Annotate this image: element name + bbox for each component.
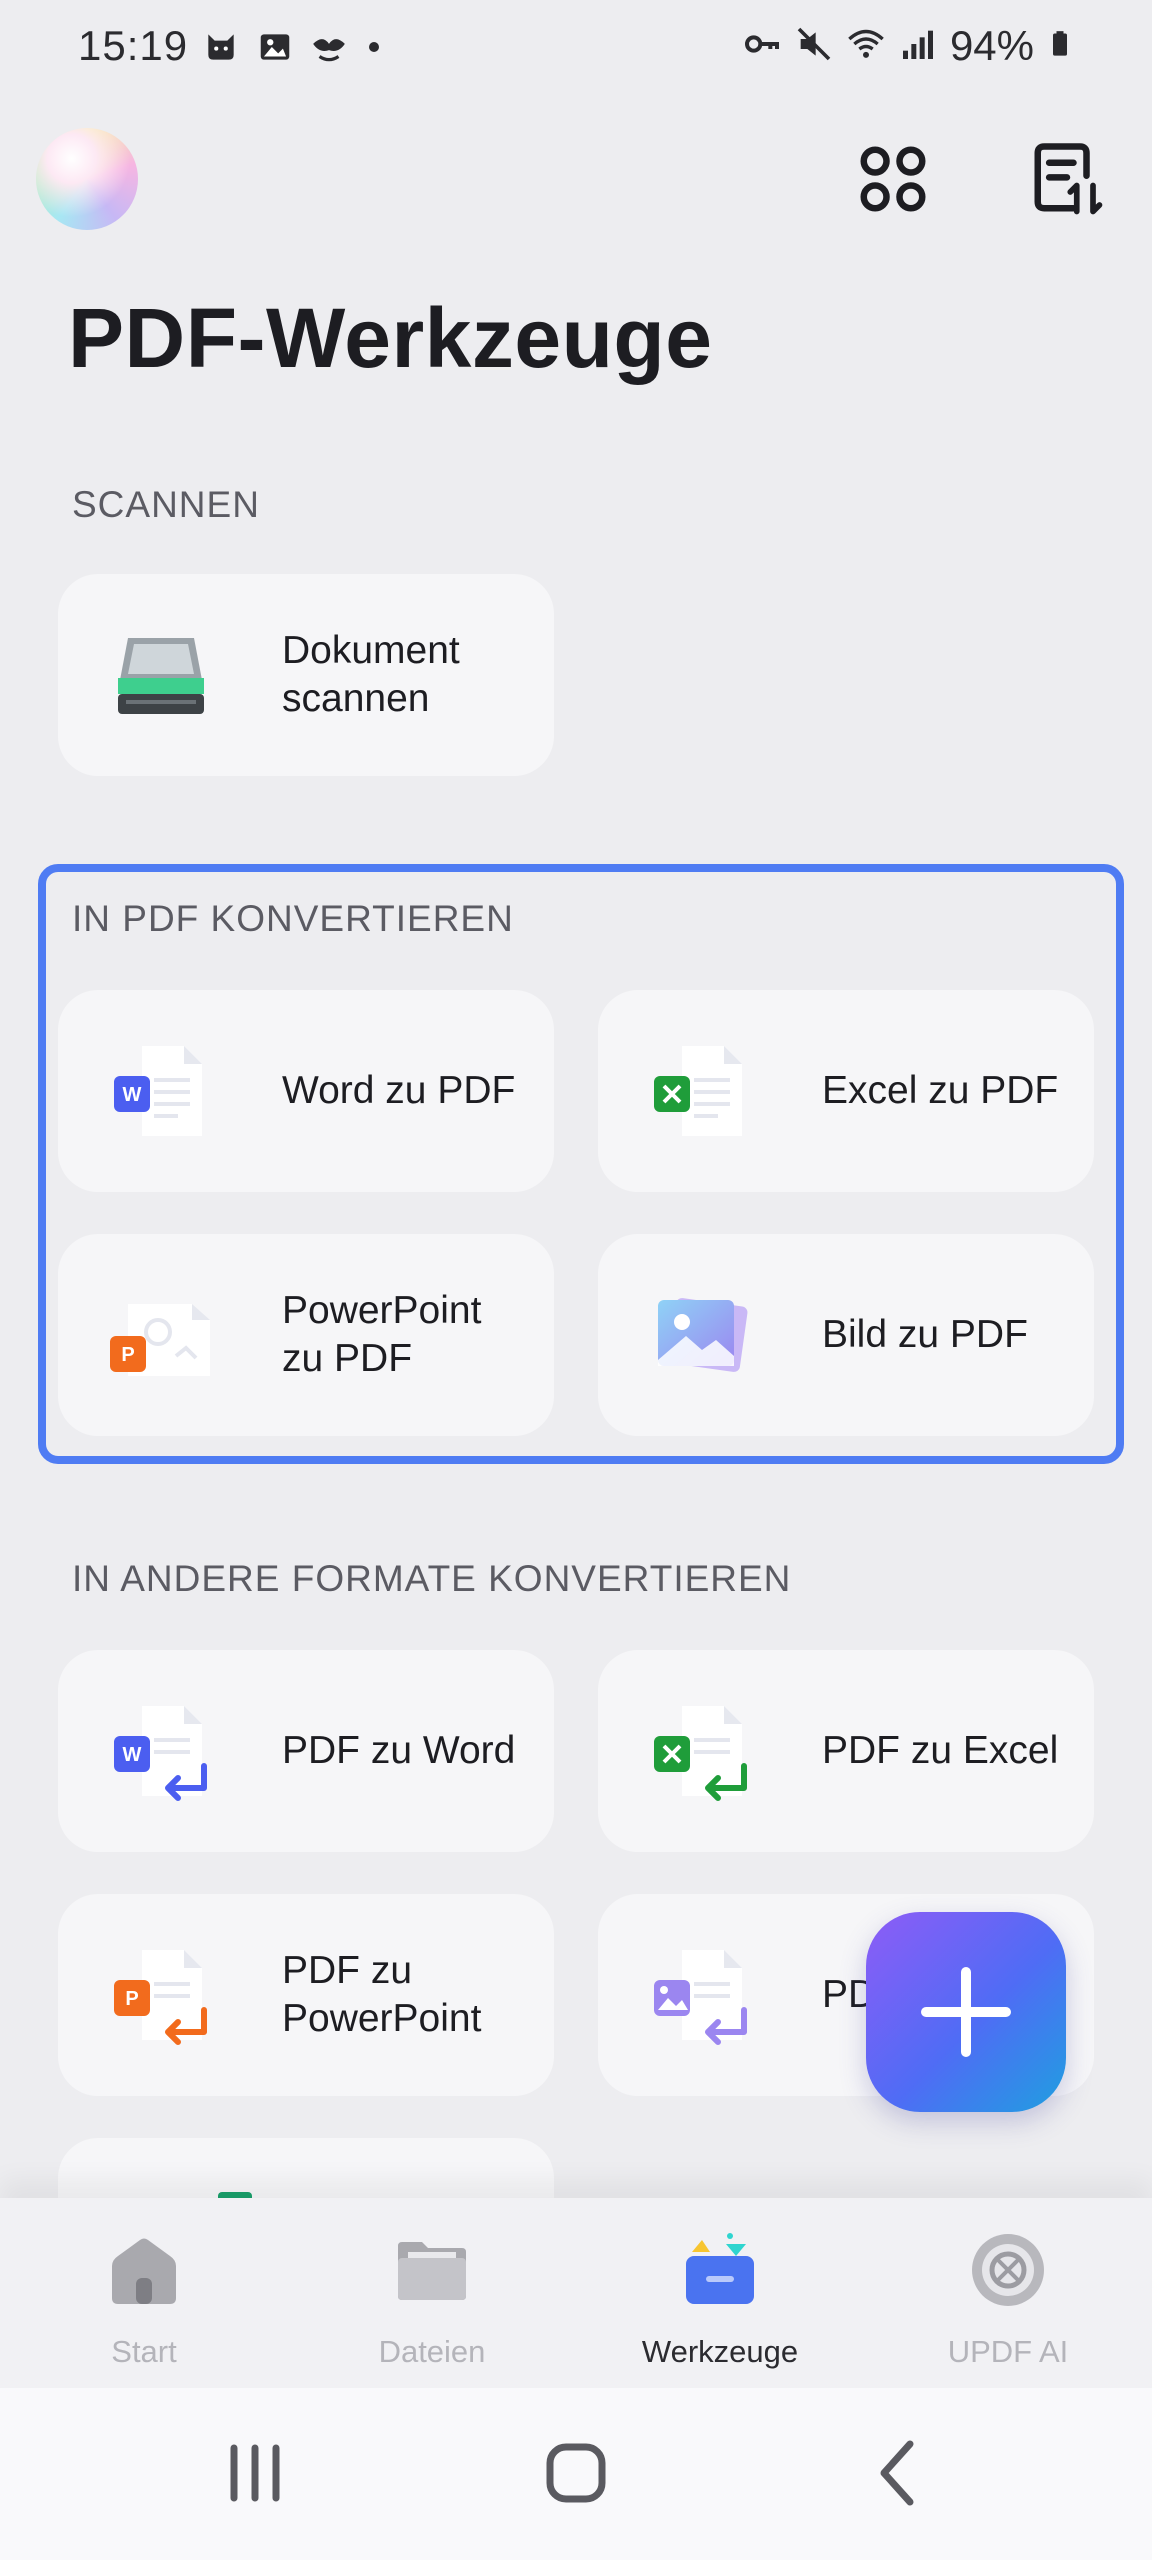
pdf-to-excel-label: PDF zu Excel [822,1729,1059,1772]
nav-label-tools: Werkzeuge [641,2334,799,2369]
pdf-to-word-card[interactable]: W PDF zu Word [58,1650,554,1852]
battery-percentage: 94% [949,22,1034,69]
pdf-to-word-label: PDF zu Word [282,1729,516,1772]
back-chevron-icon [880,2440,914,2506]
section-label-from-pdf: IN ANDERE FORMATE KONVERTIEREN [72,1558,792,1599]
nav-item-files[interactable]: Dateien [288,2198,576,2388]
bottom-navigation: Start Dateien Werkzeuge UPDF AI [0,2198,1152,2388]
wifi-icon [846,24,886,69]
excel-to-pdf-label: Excel zu PDF [822,1069,1059,1112]
nav-label-start: Start [111,2334,177,2369]
nav-item-tools[interactable]: Werkzeuge [576,2198,864,2388]
scan-document-label: Dokument scannen [282,629,460,720]
status-time: 15:19 [78,22,189,69]
image-to-pdf-label: Bild zu PDF [822,1313,1028,1356]
plus-icon [921,1967,1011,2057]
image-file-icon [646,1280,756,1390]
svg-text:W: W [123,1744,142,1766]
notification-icons [202,28,384,71]
svg-text:P: P [125,1988,138,2010]
word-to-pdf-card[interactable]: W Word zu PDF [58,990,554,1192]
section-label-scan: SCANNEN [72,484,260,525]
home-icon [104,2230,184,2310]
recent-apps-button[interactable] [210,2428,300,2518]
pdf-to-powerpoint-label: PDF zu PowerPoint [282,1949,482,2040]
home-button[interactable] [531,2428,621,2518]
pdf-to-powerpoint-card[interactable]: P PDF zu PowerPoint [58,1894,554,2096]
pdf-to-word-icon: W [106,1696,216,1806]
profile-avatar[interactable] [36,128,138,230]
pdf-to-powerpoint-icon: P [106,1940,216,2050]
vpn-key-icon [742,24,782,69]
system-navigation-bar [0,2388,1152,2560]
page-title: PDF-Werkzeuge [68,291,713,385]
powerpoint-to-pdf-card[interactable]: P PowerPoint zu PDF [58,1234,554,1436]
gallery-notification-icon [256,28,294,71]
recent-apps-icon [230,2444,280,2502]
scanner-icon [106,620,216,730]
battery-icon [1046,24,1074,69]
home-square-icon [546,2443,606,2503]
more-notifications-dot-icon [364,37,384,62]
add-fab-button[interactable] [866,1912,1066,2112]
ai-icon [968,2230,1048,2310]
pdf-to-excel-icon [646,1696,756,1806]
pdf-to-image-icon [646,1940,756,2050]
excel-to-pdf-card[interactable]: Excel zu PDF [598,990,1094,1192]
image-to-pdf-card[interactable]: Bild zu PDF [598,1234,1094,1436]
section-label-to-pdf: IN PDF KONVERTIEREN [72,898,514,939]
powerpoint-file-icon: P [106,1280,216,1390]
bird-notification-icon [310,28,348,71]
back-button[interactable] [854,2428,944,2518]
word-to-pdf-label: Word zu PDF [282,1069,516,1112]
nav-label-updf-ai: UPDF AI [947,2334,1069,2369]
nav-item-start[interactable]: Start [0,2198,288,2388]
nav-label-files: Dateien [378,2334,486,2369]
excel-file-icon [646,1036,756,1146]
cat-notification-icon [202,28,240,71]
word-file-icon: W [106,1036,216,1146]
folder-icon [392,2230,472,2310]
apps-grid-icon[interactable] [854,140,932,218]
powerpoint-to-pdf-label: PowerPoint zu PDF [282,1289,482,1380]
status-bar: 15:19 94% [0,0,1152,100]
nav-item-updf-ai[interactable]: UPDF AI [864,2198,1152,2388]
sort-document-icon[interactable] [1028,140,1106,218]
svg-text:P: P [121,1344,134,1366]
mute-icon [794,24,834,69]
toolbox-icon [680,2230,760,2310]
status-right: 94% [742,22,1074,70]
signal-icon [898,24,938,69]
svg-text:W: W [123,1084,142,1106]
pdf-to-excel-card[interactable]: PDF zu Excel [598,1650,1094,1852]
scan-document-card[interactable]: Dokument scannen [58,574,554,776]
